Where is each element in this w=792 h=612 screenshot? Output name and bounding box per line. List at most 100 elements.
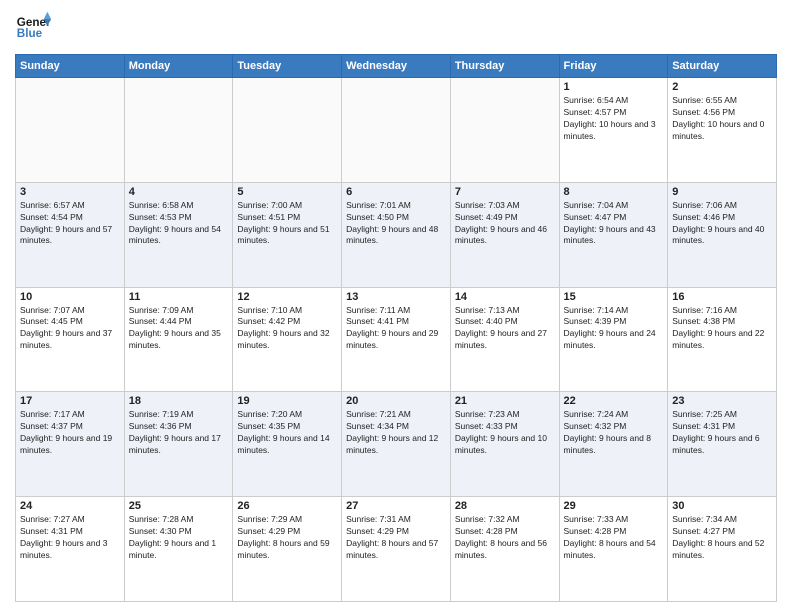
day-info: Sunrise: 7:31 AMSunset: 4:29 PMDaylight:… <box>346 514 446 562</box>
day-cell: 19 Sunrise: 7:20 AMSunset: 4:35 PMDayligh… <box>233 392 342 497</box>
day-number: 3 <box>20 186 120 198</box>
day-info: Sunrise: 7:34 AMSunset: 4:27 PMDaylight:… <box>672 514 772 562</box>
day-cell: 25 Sunrise: 7:28 AMSunset: 4:30 PMDayligh… <box>124 497 233 602</box>
day-info: Sunrise: 6:55 AMSunset: 4:56 PMDaylight:… <box>672 95 772 143</box>
day-info: Sunrise: 7:01 AMSunset: 4:50 PMDaylight:… <box>346 200 446 248</box>
day-number: 2 <box>672 81 772 93</box>
page: General Blue SundayMondayTuesdayWednesda… <box>0 0 792 612</box>
day-cell: 18 Sunrise: 7:19 AMSunset: 4:36 PMDayligh… <box>124 392 233 497</box>
day-cell: 13 Sunrise: 7:11 AMSunset: 4:41 PMDayligh… <box>342 287 451 392</box>
day-number: 27 <box>346 500 446 512</box>
day-cell: 4 Sunrise: 6:58 AMSunset: 4:53 PMDaylight… <box>124 182 233 287</box>
day-info: Sunrise: 7:04 AMSunset: 4:47 PMDaylight:… <box>564 200 664 248</box>
day-info: Sunrise: 7:09 AMSunset: 4:44 PMDaylight:… <box>129 305 229 353</box>
day-info: Sunrise: 6:58 AMSunset: 4:53 PMDaylight:… <box>129 200 229 248</box>
day-number: 28 <box>455 500 555 512</box>
day-number: 20 <box>346 395 446 407</box>
day-info: Sunrise: 7:10 AMSunset: 4:42 PMDaylight:… <box>237 305 337 353</box>
weekday-header-tuesday: Tuesday <box>233 55 342 78</box>
day-cell <box>342 78 451 183</box>
weekday-header-friday: Friday <box>559 55 668 78</box>
day-info: Sunrise: 7:17 AMSunset: 4:37 PMDaylight:… <box>20 409 120 457</box>
day-number: 19 <box>237 395 337 407</box>
logo-icon: General Blue <box>15 10 51 46</box>
logo-area: General Blue <box>15 10 55 46</box>
day-number: 25 <box>129 500 229 512</box>
day-cell: 9 Sunrise: 7:06 AMSunset: 4:46 PMDaylight… <box>668 182 777 287</box>
day-info: Sunrise: 7:23 AMSunset: 4:33 PMDaylight:… <box>455 409 555 457</box>
week-row-3: 10 Sunrise: 7:07 AMSunset: 4:45 PMDayligh… <box>16 287 777 392</box>
day-number: 16 <box>672 291 772 303</box>
day-number: 9 <box>672 186 772 198</box>
day-cell <box>124 78 233 183</box>
day-cell: 28 Sunrise: 7:32 AMSunset: 4:28 PMDayligh… <box>450 497 559 602</box>
day-number: 22 <box>564 395 664 407</box>
weekday-header-monday: Monday <box>124 55 233 78</box>
day-cell: 20 Sunrise: 7:21 AMSunset: 4:34 PMDayligh… <box>342 392 451 497</box>
day-cell: 8 Sunrise: 7:04 AMSunset: 4:47 PMDaylight… <box>559 182 668 287</box>
day-number: 23 <box>672 395 772 407</box>
day-cell: 10 Sunrise: 7:07 AMSunset: 4:45 PMDayligh… <box>16 287 125 392</box>
day-number: 29 <box>564 500 664 512</box>
day-number: 18 <box>129 395 229 407</box>
weekday-header-thursday: Thursday <box>450 55 559 78</box>
weekday-header-saturday: Saturday <box>668 55 777 78</box>
day-info: Sunrise: 7:29 AMSunset: 4:29 PMDaylight:… <box>237 514 337 562</box>
day-number: 11 <box>129 291 229 303</box>
day-number: 6 <box>346 186 446 198</box>
day-number: 15 <box>564 291 664 303</box>
day-info: Sunrise: 6:57 AMSunset: 4:54 PMDaylight:… <box>20 200 120 248</box>
day-cell: 1 Sunrise: 6:54 AMSunset: 4:57 PMDaylight… <box>559 78 668 183</box>
day-info: Sunrise: 7:11 AMSunset: 4:41 PMDaylight:… <box>346 305 446 353</box>
day-number: 13 <box>346 291 446 303</box>
day-number: 7 <box>455 186 555 198</box>
day-cell: 5 Sunrise: 7:00 AMSunset: 4:51 PMDaylight… <box>233 182 342 287</box>
day-number: 26 <box>237 500 337 512</box>
week-row-1: 1 Sunrise: 6:54 AMSunset: 4:57 PMDaylight… <box>16 78 777 183</box>
day-cell: 27 Sunrise: 7:31 AMSunset: 4:29 PMDayligh… <box>342 497 451 602</box>
day-cell <box>16 78 125 183</box>
day-info: Sunrise: 6:54 AMSunset: 4:57 PMDaylight:… <box>564 95 664 143</box>
day-number: 1 <box>564 81 664 93</box>
day-info: Sunrise: 7:03 AMSunset: 4:49 PMDaylight:… <box>455 200 555 248</box>
day-cell: 26 Sunrise: 7:29 AMSunset: 4:29 PMDayligh… <box>233 497 342 602</box>
day-info: Sunrise: 7:20 AMSunset: 4:35 PMDaylight:… <box>237 409 337 457</box>
day-cell: 3 Sunrise: 6:57 AMSunset: 4:54 PMDaylight… <box>16 182 125 287</box>
svg-text:Blue: Blue <box>17 27 43 40</box>
day-number: 14 <box>455 291 555 303</box>
day-cell: 23 Sunrise: 7:25 AMSunset: 4:31 PMDayligh… <box>668 392 777 497</box>
day-cell: 14 Sunrise: 7:13 AMSunset: 4:40 PMDayligh… <box>450 287 559 392</box>
day-cell: 21 Sunrise: 7:23 AMSunset: 4:33 PMDayligh… <box>450 392 559 497</box>
day-cell: 16Sunrise: 7:16 AMSunset: 4:38 PMDayligh… <box>668 287 777 392</box>
day-cell: 11 Sunrise: 7:09 AMSunset: 4:44 PMDayligh… <box>124 287 233 392</box>
day-cell: 30 Sunrise: 7:34 AMSunset: 4:27 PMDayligh… <box>668 497 777 602</box>
day-info: Sunrise: 7:25 AMSunset: 4:31 PMDaylight:… <box>672 409 772 457</box>
day-cell: 12 Sunrise: 7:10 AMSunset: 4:42 PMDayligh… <box>233 287 342 392</box>
week-row-4: 17Sunrise: 7:17 AMSunset: 4:37 PMDayligh… <box>16 392 777 497</box>
day-info: Sunrise: 7:21 AMSunset: 4:34 PMDaylight:… <box>346 409 446 457</box>
calendar-table: SundayMondayTuesdayWednesdayThursdayFrid… <box>15 54 777 602</box>
day-info: Sunrise: 7:19 AMSunset: 4:36 PMDaylight:… <box>129 409 229 457</box>
day-cell: 29 Sunrise: 7:33 AMSunset: 4:28 PMDayligh… <box>559 497 668 602</box>
day-cell: 22Sunrise: 7:24 AMSunset: 4:32 PMDayligh… <box>559 392 668 497</box>
day-number: 8 <box>564 186 664 198</box>
day-info: Sunrise: 7:32 AMSunset: 4:28 PMDaylight:… <box>455 514 555 562</box>
day-info: Sunrise: 7:00 AMSunset: 4:51 PMDaylight:… <box>237 200 337 248</box>
day-info: Sunrise: 7:13 AMSunset: 4:40 PMDaylight:… <box>455 305 555 353</box>
day-number: 30 <box>672 500 772 512</box>
day-cell <box>233 78 342 183</box>
day-info: Sunrise: 7:07 AMSunset: 4:45 PMDaylight:… <box>20 305 120 353</box>
day-cell: 6 Sunrise: 7:01 AMSunset: 4:50 PMDaylight… <box>342 182 451 287</box>
day-number: 10 <box>20 291 120 303</box>
day-info: Sunrise: 7:14 AMSunset: 4:39 PMDaylight:… <box>564 305 664 353</box>
day-cell: 7 Sunrise: 7:03 AMSunset: 4:49 PMDaylight… <box>450 182 559 287</box>
day-info: Sunrise: 7:28 AMSunset: 4:30 PMDaylight:… <box>129 514 229 562</box>
day-info: Sunrise: 7:06 AMSunset: 4:46 PMDaylight:… <box>672 200 772 248</box>
week-row-5: 24Sunrise: 7:27 AMSunset: 4:31 PMDayligh… <box>16 497 777 602</box>
day-number: 12 <box>237 291 337 303</box>
day-info: Sunrise: 7:33 AMSunset: 4:28 PMDaylight:… <box>564 514 664 562</box>
header: General Blue <box>15 10 777 46</box>
day-number: 4 <box>129 186 229 198</box>
day-number: 21 <box>455 395 555 407</box>
day-number: 5 <box>237 186 337 198</box>
